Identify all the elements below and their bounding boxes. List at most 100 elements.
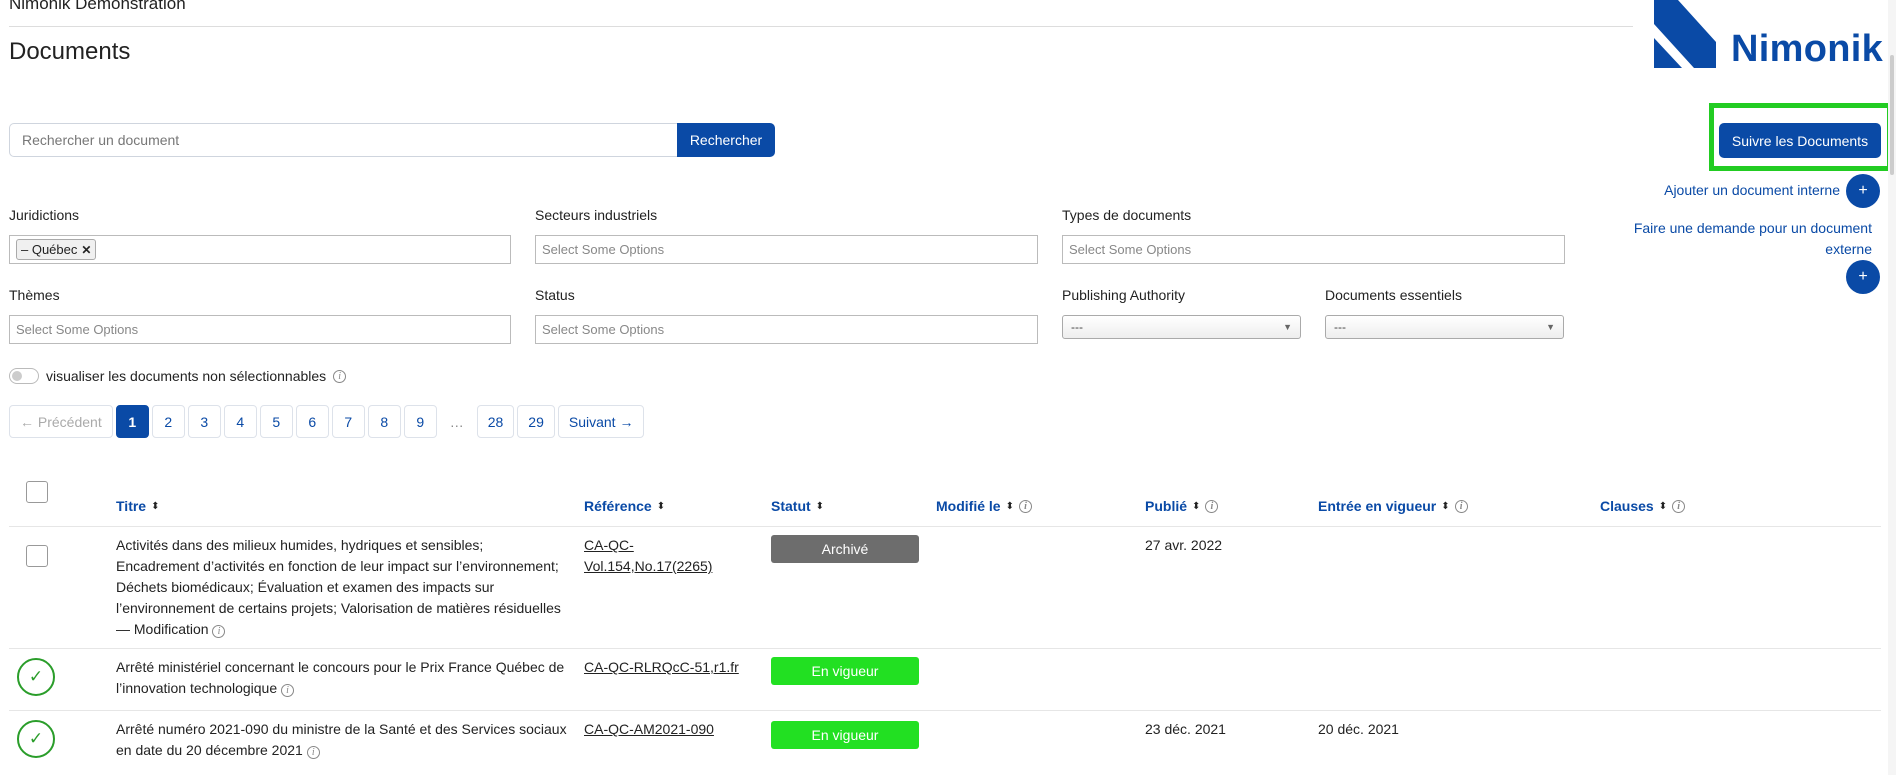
jurisdictions-label: Juridictions bbox=[9, 207, 80, 223]
table-row-title[interactable]: Activités dans des milieux humides, hydr… bbox=[116, 535, 571, 640]
pagination-page[interactable]: 1 bbox=[115, 405, 149, 438]
table-divider bbox=[9, 710, 1881, 711]
table-row-reference[interactable]: CA-QC- Vol.154,No.17(2265) bbox=[584, 535, 712, 577]
column-header-modified[interactable]: Modifié le ⬍ i bbox=[936, 498, 1032, 514]
header-divider bbox=[9, 26, 1633, 27]
follow-documents-button[interactable]: Suivre les Documents bbox=[1719, 123, 1881, 158]
page-title: Documents bbox=[9, 38, 131, 65]
toggle-knob bbox=[12, 371, 22, 381]
pagination-page[interactable]: 6 bbox=[295, 405, 329, 438]
status-badge: En vigueur bbox=[771, 657, 919, 685]
title-line: en date du 20 décembre 2021 i bbox=[116, 740, 576, 761]
add-internal-document-button[interactable]: + bbox=[1846, 174, 1880, 208]
column-header-status[interactable]: Statut ⬍ bbox=[771, 498, 824, 514]
publishing-authority-value: --- bbox=[1071, 320, 1083, 334]
table-row-reference[interactable]: CA-QC-RLRQcC-51,r1.fr bbox=[584, 657, 739, 678]
column-header-reference[interactable]: Référence ⬍ bbox=[584, 498, 665, 514]
pagination-page[interactable]: 9 bbox=[403, 405, 437, 438]
pagination-page[interactable]: 29 bbox=[517, 405, 555, 438]
chip-label: – Québec bbox=[21, 242, 78, 257]
table-divider bbox=[9, 648, 1881, 649]
column-header-title[interactable]: Titre ⬍ bbox=[116, 498, 159, 514]
logo-mark-icon bbox=[1654, 0, 1716, 68]
pagination-next[interactable]: Suivant → bbox=[557, 405, 645, 438]
scrollbar-thumb[interactable] bbox=[1890, 55, 1894, 175]
column-header-label: Entrée en vigueur bbox=[1318, 498, 1437, 514]
column-header-label: Statut bbox=[771, 498, 811, 514]
reference-line: CA-QC- bbox=[584, 537, 634, 553]
publishing-authority-label: Publishing Authority bbox=[1062, 287, 1185, 303]
reference-line: CA-QC-RLRQcC-51,r1.fr bbox=[584, 659, 739, 675]
pagination-page[interactable]: 4 bbox=[223, 405, 257, 438]
info-icon[interactable]: i bbox=[306, 746, 320, 759]
plus-icon: + bbox=[1858, 268, 1868, 285]
status-badge: En vigueur bbox=[771, 721, 919, 749]
pagination-page[interactable]: 7 bbox=[331, 405, 365, 438]
jurisdictions-select[interactable]: – Québec ✕ bbox=[9, 235, 511, 264]
sectors-placeholder: Select Some Options bbox=[542, 242, 665, 257]
column-header-in-force[interactable]: Entrée en vigueur ⬍ i bbox=[1318, 498, 1468, 514]
search-button[interactable]: Rechercher bbox=[677, 123, 775, 157]
doc-types-select[interactable]: Select Some Options bbox=[1062, 235, 1565, 264]
doc-types-placeholder: Select Some Options bbox=[1069, 242, 1192, 257]
request-external-document-button[interactable]: + bbox=[1846, 260, 1880, 294]
pagination-page[interactable]: 3 bbox=[187, 405, 221, 438]
info-icon[interactable]: i bbox=[281, 684, 295, 697]
nimonik-logo[interactable]: Nimonik bbox=[1654, 0, 1884, 72]
pagination-previous[interactable]: ← Précédent bbox=[9, 405, 113, 438]
add-internal-document-link[interactable]: Ajouter un document interne bbox=[1620, 182, 1840, 198]
table-row-in-force: 20 déc. 2021 bbox=[1318, 721, 1399, 737]
reference-line: CA-QC-AM2021-090 bbox=[584, 721, 714, 737]
pagination: ← Précédent 1 2 3 4 5 6 7 8 9 … 28 29 Su… bbox=[9, 405, 645, 438]
essential-docs-label: Documents essentiels bbox=[1325, 287, 1462, 303]
publishing-authority-select[interactable]: --- ▼ bbox=[1062, 315, 1301, 339]
chip-remove-icon[interactable]: ✕ bbox=[81, 243, 91, 257]
row-checkbox[interactable] bbox=[26, 545, 48, 567]
title-line-text: l’innovation technologique bbox=[116, 680, 278, 696]
title-line: Arrêté numéro 2021-090 du ministre de la… bbox=[116, 721, 567, 737]
title-line: Activités dans des milieux humides, hydr… bbox=[116, 537, 484, 553]
title-line: l’innovation technologique i bbox=[116, 678, 576, 699]
selected-check-icon[interactable]: ✓ bbox=[17, 720, 55, 758]
pagination-page[interactable]: 5 bbox=[259, 405, 293, 438]
status-label: Status bbox=[535, 287, 575, 303]
chevron-down-icon: ▼ bbox=[1283, 322, 1292, 332]
non-selectable-toggle-label: visualiser les documents non sélectionna… bbox=[46, 368, 327, 384]
title-line-text: en date du 20 décembre 2021 bbox=[116, 742, 303, 758]
column-header-clauses[interactable]: Clauses ⬍ i bbox=[1600, 498, 1686, 514]
sectors-label: Secteurs industriels bbox=[535, 207, 658, 223]
sectors-select[interactable]: Select Some Options bbox=[535, 235, 1038, 264]
info-icon[interactable]: i bbox=[1672, 499, 1686, 513]
column-header-label: Publié bbox=[1145, 498, 1188, 514]
sort-icon: ⬍ bbox=[656, 500, 666, 512]
info-icon[interactable]: i bbox=[212, 625, 226, 638]
title-line: Arrêté ministériel concernant le concour… bbox=[116, 659, 565, 675]
essential-docs-select[interactable]: --- ▼ bbox=[1325, 315, 1564, 339]
status-select[interactable]: Select Some Options bbox=[535, 315, 1038, 344]
pagination-page[interactable]: 8 bbox=[367, 405, 401, 438]
table-row-title[interactable]: Arrêté numéro 2021-090 du ministre de la… bbox=[116, 719, 576, 761]
table-row-published: 27 avr. 2022 bbox=[1145, 537, 1223, 553]
pagination-page[interactable]: 2 bbox=[151, 405, 185, 438]
status-badge: Archivé bbox=[771, 535, 919, 563]
column-header-label: Titre bbox=[116, 498, 147, 514]
table-row-reference[interactable]: CA-QC-AM2021-090 bbox=[584, 719, 714, 740]
info-icon[interactable]: i bbox=[1205, 499, 1219, 513]
non-selectable-toggle-row: visualiser les documents non sélectionna… bbox=[9, 368, 347, 384]
themes-label: Thèmes bbox=[9, 287, 60, 303]
selected-check-icon[interactable]: ✓ bbox=[17, 658, 55, 696]
info-icon[interactable]: i bbox=[333, 369, 347, 383]
non-selectable-toggle[interactable] bbox=[9, 368, 39, 384]
info-icon[interactable]: i bbox=[1454, 499, 1468, 513]
search-input[interactable] bbox=[9, 123, 677, 157]
pagination-page[interactable]: 28 bbox=[476, 405, 515, 438]
sort-icon: ⬍ bbox=[1441, 500, 1450, 512]
table-row-title[interactable]: Arrêté ministériel concernant le concour… bbox=[116, 657, 576, 699]
sort-icon: ⬍ bbox=[1005, 500, 1014, 512]
themes-select[interactable]: Select Some Options bbox=[9, 315, 511, 344]
info-icon[interactable]: i bbox=[1018, 499, 1032, 513]
select-all-checkbox[interactable] bbox=[26, 481, 48, 503]
column-header-published[interactable]: Publié ⬍ i bbox=[1145, 498, 1219, 514]
request-external-document-link[interactable]: Faire une demande pour un document exter… bbox=[1620, 218, 1872, 260]
sort-icon: ⬍ bbox=[1192, 500, 1201, 512]
